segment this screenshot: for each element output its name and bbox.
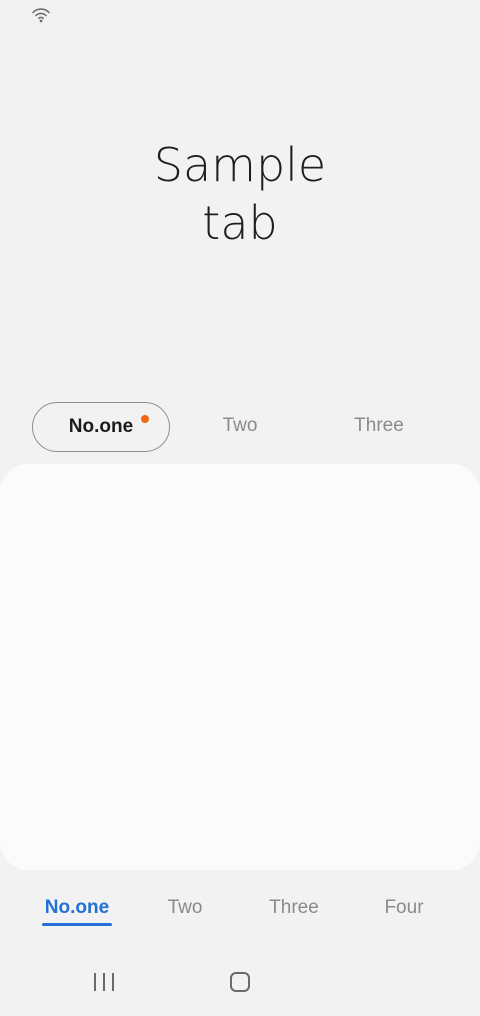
bottom-tab-bar: No.one Two Three Four [0,890,480,930]
bottom-tab-label: Two [167,897,203,918]
page-title-line-1: Sample [153,138,327,192]
top-tab-label: Two [222,415,258,436]
home-button[interactable] [216,968,264,996]
status-bar [0,0,480,32]
notification-badge [141,415,149,423]
bottom-tab-four[interactable]: Four [360,890,448,926]
bottom-tab-label: No.one [44,897,110,918]
bottom-tab-three[interactable]: Three [244,890,344,926]
recent-apps-icon [94,973,114,991]
top-tab-label: No.one [68,416,134,437]
top-tab-bar: No.one Two Three [32,402,448,452]
bottom-tab-two[interactable]: Two [140,890,230,926]
recent-apps-button[interactable] [80,968,128,996]
selected-tab-indicator [42,923,112,926]
bottom-tab-label: Three [269,897,319,918]
top-tab-two[interactable]: Two [170,402,310,450]
top-tab-no-one[interactable]: No.one [32,402,170,452]
wifi-icon [32,8,50,23]
bottom-tab-label: Four [384,897,424,918]
navigation-bar [0,956,480,1016]
top-tab-three[interactable]: Three [310,402,448,450]
content-card [0,464,480,870]
top-tab-label: Three [354,415,404,436]
page-title: Sample tab [0,136,480,252]
home-icon [230,972,250,992]
bottom-tab-no-one[interactable]: No.one [30,890,124,926]
page-title-line-2: tab [202,196,278,250]
